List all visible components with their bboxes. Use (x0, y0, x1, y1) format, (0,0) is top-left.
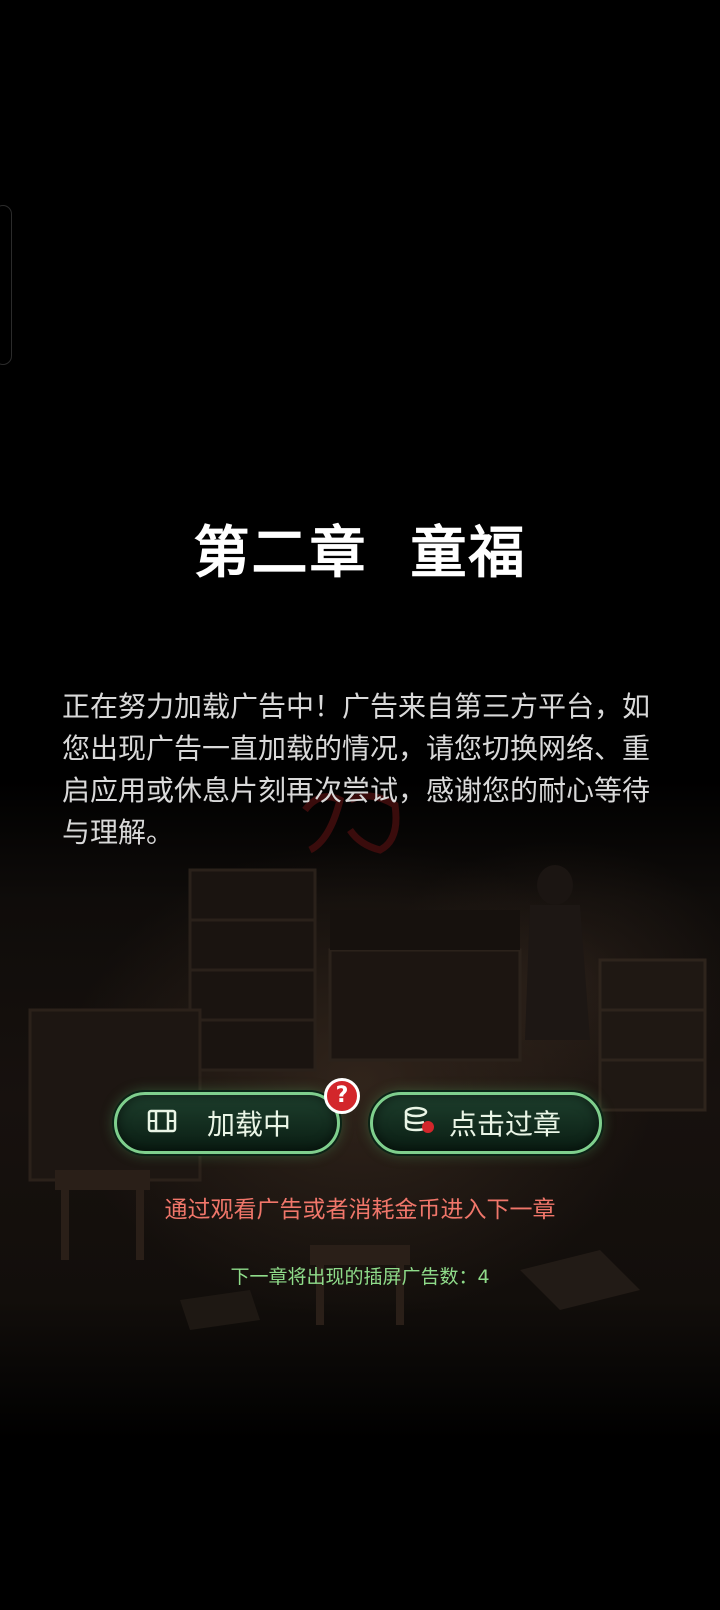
ad-loading-notice: 正在努力加载广告中！广告来自第三方平台，如您出现广告一直加载的情况，请您切换网络… (62, 690, 651, 849)
cabinet-center (328, 948, 522, 1062)
next-chapter-hint: 通过观看广告或者消耗金币进入下一章 (164, 1197, 556, 1223)
skip-chapter-button-label: 点击过章 (449, 1108, 562, 1141)
figure-head (537, 865, 573, 905)
watch-ad-loading-button[interactable]: 加载中 (114, 1092, 340, 1154)
watch-ad-button-label: 加载中 (207, 1108, 292, 1141)
video-film-icon (147, 1107, 177, 1140)
edge-pull-handle[interactable] (0, 205, 12, 365)
drawer-chest (598, 958, 707, 1112)
coin-stack-icon (403, 1105, 435, 1142)
figure-body (525, 905, 590, 1040)
stool-left (55, 1170, 150, 1190)
chapter-title: 第二章 童福 (193, 520, 527, 586)
skip-chapter-button[interactable]: 点击过章 (370, 1092, 602, 1154)
help-question-icon[interactable]: ? (324, 1078, 360, 1114)
interstitial-ad-count: 下一章将出现的插屏广告数：4 (230, 1266, 490, 1288)
